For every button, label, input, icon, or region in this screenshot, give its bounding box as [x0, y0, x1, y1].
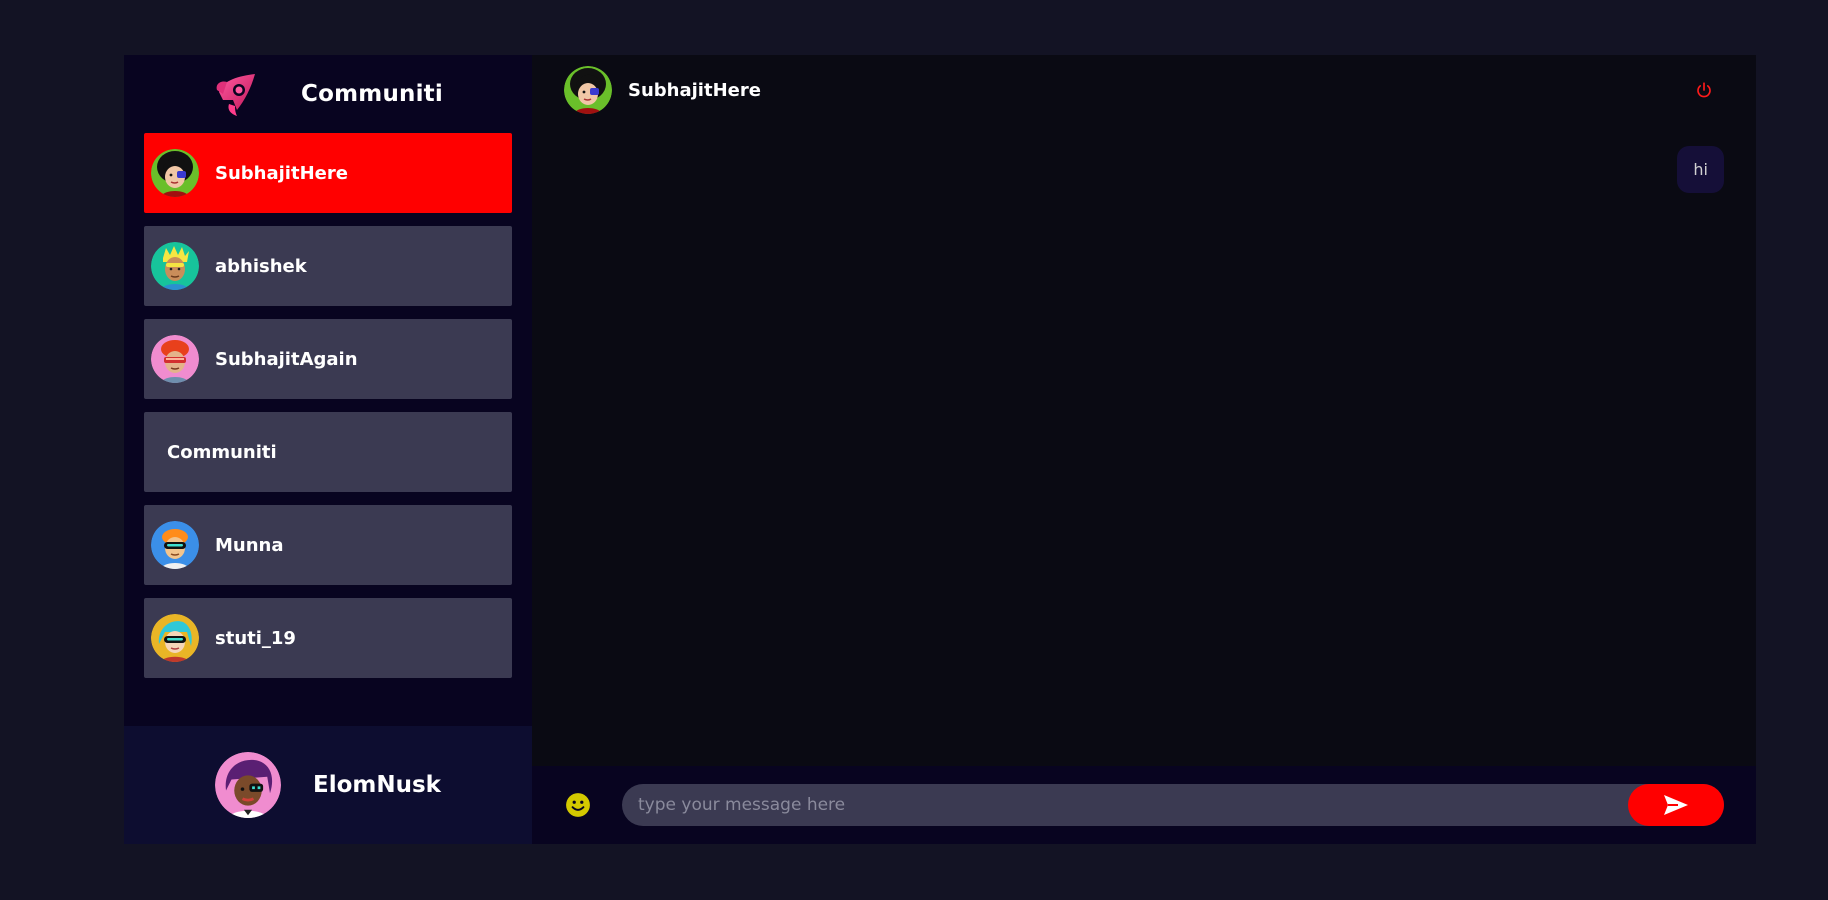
current-user-name: ElomNusk — [313, 772, 441, 798]
contact-item-stuti-19[interactable]: stuti_19 — [144, 598, 512, 678]
message-bubble: hi — [1677, 146, 1724, 193]
contact-name: stuti_19 — [215, 627, 296, 649]
current-user-panel: ElomNusk — [124, 726, 532, 844]
brand-name: Communiti — [301, 81, 443, 107]
rocket-logo-icon — [213, 70, 261, 118]
avatar-blonde-green-bg-icon — [151, 242, 199, 290]
power-icon[interactable] — [1692, 78, 1716, 102]
chat-header: SubhajitHere — [532, 55, 1756, 125]
avatar-visor-yellow-bg-icon — [151, 614, 199, 662]
send-button[interactable] — [1628, 784, 1724, 826]
chat-panel: SubhajitHere hi — [532, 55, 1756, 844]
contact-name: abhishek — [215, 255, 307, 277]
contact-item-communiti[interactable]: Communiti — [144, 412, 512, 492]
message-list: hi — [532, 125, 1756, 766]
contact-item-subhajitagain[interactable]: SubhajitAgain — [144, 319, 512, 399]
contact-name: Munna — [215, 534, 284, 556]
contact-item-subhajithere[interactable]: SubhajitHere — [144, 133, 512, 213]
send-arrow-icon — [1662, 793, 1690, 817]
message-input-wrapper — [622, 783, 1724, 827]
message-composer — [532, 766, 1756, 844]
brand-header: Communiti — [124, 55, 532, 133]
message-input[interactable] — [622, 783, 1628, 827]
contact-item-munna[interactable]: Munna — [144, 505, 512, 585]
contact-list: SubhajitHere abhishek SubhajitAgain Comm… — [124, 133, 532, 678]
avatar-black-hair-icon — [151, 149, 199, 197]
contact-name: Communiti — [167, 441, 277, 463]
message-sent: hi — [564, 146, 1724, 193]
contact-name: SubhajitAgain — [215, 348, 358, 370]
avatar-purple-hair-pink-bg-icon — [215, 752, 281, 818]
contact-name: SubhajitHere — [215, 162, 348, 184]
avatar-red-hair-pink-bg-icon — [151, 335, 199, 383]
avatar-visor-blue-bg-icon — [151, 521, 199, 569]
contact-item-abhishek[interactable]: abhishek — [144, 226, 512, 306]
chat-header-username: SubhajitHere — [628, 79, 761, 101]
smile-icon[interactable] — [564, 791, 592, 819]
contacts-sidebar: Communiti SubhajitHere abhishek Subhajit… — [124, 55, 532, 844]
chat-app: Communiti SubhajitHere abhishek Subhajit… — [124, 55, 1756, 844]
avatar-black-hair-icon — [564, 66, 612, 114]
